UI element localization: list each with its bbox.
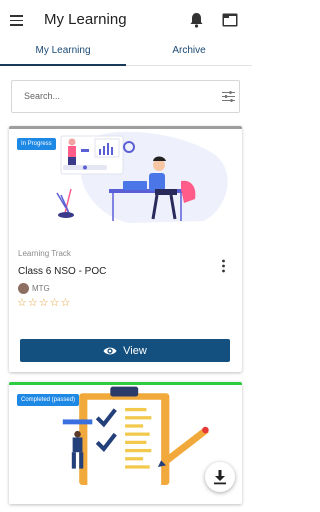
menu-icon[interactable] xyxy=(10,15,23,26)
view-button[interactable]: View xyxy=(20,339,230,362)
star-rating[interactable]: ☆☆☆☆☆ xyxy=(17,296,71,309)
star-icon[interactable]: ☆ xyxy=(61,297,72,309)
author-name: MTG xyxy=(32,284,50,293)
card-type: Learning Track xyxy=(18,249,71,258)
tab-bar: My Learning Archive xyxy=(0,40,252,66)
learning-card[interactable]: In Progress Learning Track Class 6 NSO -… xyxy=(9,126,242,372)
page-title: My Learning xyxy=(44,11,127,28)
star-icon[interactable]: ☆ xyxy=(39,297,50,309)
star-icon[interactable]: ☆ xyxy=(50,297,61,309)
star-icon[interactable]: ☆ xyxy=(28,297,39,309)
status-badge: Completed (passed) xyxy=(17,394,80,406)
view-button-label: View xyxy=(123,344,147,357)
download-icon xyxy=(214,470,226,485)
bell-icon[interactable] xyxy=(189,12,204,29)
more-vert-icon[interactable] xyxy=(221,259,226,273)
search-placeholder: Search... xyxy=(24,91,61,101)
card-title[interactable]: Class 6 NSO - POC xyxy=(18,266,106,277)
search-input[interactable]: Search... xyxy=(11,80,240,113)
folder-icon[interactable] xyxy=(222,13,238,27)
star-icon[interactable]: ☆ xyxy=(17,297,28,309)
tab-archive[interactable]: Archive xyxy=(126,40,252,66)
download-button[interactable] xyxy=(205,462,235,492)
author-avatar xyxy=(18,283,29,294)
tab-my-learning[interactable]: My Learning xyxy=(0,40,126,66)
filter-icon[interactable] xyxy=(222,90,235,103)
eye-icon xyxy=(103,347,117,354)
status-badge: In Progress xyxy=(17,138,56,150)
app-bar: My Learning xyxy=(0,0,252,42)
